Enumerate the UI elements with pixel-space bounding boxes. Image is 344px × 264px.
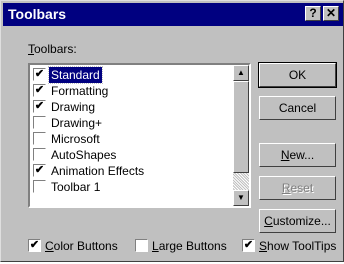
color-buttons-checkbox[interactable]: ✔ — [28, 239, 41, 252]
title-bar[interactable]: Toolbars ? ✕ — [3, 3, 343, 26]
toolbar-list-item[interactable]: AutoShapes — [32, 147, 231, 163]
toolbar-list-item[interactable]: ✔ Formatting — [32, 83, 231, 99]
toolbar-item-label: Formatting — [51, 84, 109, 98]
large-buttons-label: Large Buttons — [152, 239, 227, 253]
toolbar-list-item[interactable]: ✔ Animation Effects — [32, 163, 231, 179]
toolbar-item-label: Microsoft — [51, 132, 100, 146]
toolbar-list-item[interactable]: ✔ Standard — [32, 66, 231, 84]
toolbar-list-item[interactable]: ✔ Drawing — [32, 99, 231, 115]
toolbar-checkbox[interactable]: ✔ — [33, 164, 46, 177]
toolbar-checkbox[interactable]: ✔ — [33, 84, 46, 97]
toolbar-checkbox[interactable] — [33, 116, 46, 129]
scroll-up-button[interactable]: ▲ — [233, 65, 249, 81]
toolbar-checkbox[interactable] — [33, 148, 46, 161]
reset-button: Reset — [259, 176, 336, 200]
show-tooltips-label: Show ToolTips — [259, 239, 337, 253]
toolbars-list: ✔ Standard ✔ Formatting ✔ Drawing Drawing+ Micr… — [32, 66, 231, 195]
triangle-down-icon: ▼ — [237, 193, 245, 202]
toolbar-list-item[interactable]: Toolbar 1 — [32, 179, 231, 195]
toolbar-item-label: Animation Effects — [51, 164, 145, 178]
toolbar-list-item[interactable]: Microsoft — [32, 131, 231, 147]
toolbar-checkbox[interactable]: ✔ — [33, 68, 46, 81]
cancel-button[interactable]: Cancel — [259, 96, 336, 120]
triangle-up-icon: ▲ — [237, 68, 245, 77]
new-button[interactable]: New... — [259, 143, 336, 167]
toolbar-checkbox[interactable]: ✔ — [33, 100, 46, 113]
toolbar-list-item[interactable]: Drawing+ — [32, 115, 231, 131]
large-buttons-checkbox[interactable] — [135, 239, 148, 252]
toolbar-checkbox[interactable] — [33, 180, 46, 193]
toolbars-label: Toolbars: — [28, 42, 77, 56]
customize-button[interactable]: Customize... — [259, 209, 336, 233]
toolbar-checkbox[interactable] — [33, 132, 46, 145]
scroll-thumb[interactable] — [233, 81, 249, 173]
help-button[interactable]: ? — [305, 6, 321, 21]
close-button[interactable]: ✕ — [323, 6, 339, 21]
ok-button[interactable]: OK — [258, 62, 337, 88]
scroll-down-button[interactable]: ▼ — [233, 190, 249, 206]
color-buttons-label: Color Buttons — [45, 239, 118, 253]
vertical-scrollbar[interactable]: ▲ ▼ — [233, 65, 249, 206]
toolbar-item-label: Toolbar 1 — [51, 180, 101, 194]
toolbars-listbox[interactable]: ✔ Standard ✔ Formatting ✔ Drawing Drawing+ Micr… — [28, 63, 251, 208]
toolbar-item-label: Drawing — [51, 100, 96, 114]
show-tooltips-checkbox[interactable]: ✔ — [242, 239, 255, 252]
toolbar-item-label: Drawing+ — [51, 116, 103, 130]
toolbars-dialog: Toolbars ? ✕ Toolbars: ✔ Standard ✔ Formatt… — [0, 0, 344, 262]
toolbar-item-label: Standard — [48, 66, 103, 84]
window-title: Toolbars — [8, 6, 67, 22]
toolbar-item-label: AutoShapes — [51, 148, 117, 162]
